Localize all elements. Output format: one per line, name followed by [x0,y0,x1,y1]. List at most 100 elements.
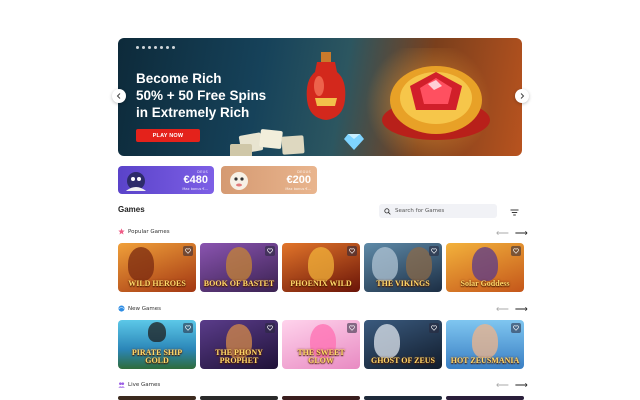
favorite-button[interactable] [429,323,439,333]
game-tile[interactable] [200,396,278,400]
section-nav: ⟵ ⟶ [496,381,528,390]
diamond-illustration [344,134,364,150]
promo-card[interactable]: DEUS €480 Max bonus €... [118,166,214,194]
favorite-button[interactable] [265,323,275,333]
heart-icon [349,325,355,331]
heart-icon [185,248,191,254]
game-title: PIRATE SHIP GOLD [131,348,183,365]
slide-dot[interactable] [166,46,169,49]
character-art [374,324,400,358]
section-header-new: New Games [118,305,161,312]
game-title: WILD HEROES [128,279,186,288]
game-title: Solar Goddess [460,279,510,288]
globe-icon [118,305,125,312]
search-box[interactable] [379,204,497,218]
game-row-popular: WILD HEROES BOOK OF BASTET PHOENIX WILD … [118,243,524,292]
game-tile[interactable] [282,396,360,400]
section-header-popular: Popular Games [118,228,170,235]
game-tile[interactable]: THE SWEET GLOW [282,320,360,369]
favorite-button[interactable] [511,323,521,333]
chevron-left-icon [116,93,121,99]
casino-page: Become Rich 50% + 50 Free Spins in Extre… [0,0,640,400]
character-art [148,322,166,342]
section-label: Live Games [128,381,161,388]
section-nav: ⟵ ⟶ [496,305,528,314]
filter-icon [510,209,519,216]
favorite-button[interactable] [511,246,521,256]
promo-subtext: Max bonus €... [182,187,208,191]
section-nav: ⟵ ⟶ [496,229,528,238]
favorite-button[interactable] [265,246,275,256]
games-heading: Games [118,205,145,214]
character-art [308,247,334,281]
game-tile[interactable]: WILD HEROES [118,243,196,292]
game-title: THE PHONY PROPHET [215,348,263,365]
section-label: New Games [128,305,161,312]
character-art [372,247,398,281]
slide-dot[interactable] [148,46,151,49]
promo-thumbnail [230,172,248,190]
slide-dot[interactable] [136,46,139,49]
ruby-ring-illustration [382,66,490,140]
search-icon [384,207,391,215]
arrow-right-icon[interactable]: ⟶ [515,229,528,238]
character-art [128,247,154,281]
heart-icon [267,248,273,254]
character-art [226,247,252,281]
star-icon [118,228,125,235]
promo-amount: €480 [183,174,208,186]
game-tile[interactable]: Solar Goddess [446,243,524,292]
character-art [472,247,498,281]
arrow-left-icon[interactable]: ⟵ [496,229,509,238]
game-tile[interactable]: PIRATE SHIP GOLD [118,320,196,369]
hero-prev-button[interactable] [112,89,126,103]
heart-icon [431,248,437,254]
character-art [472,324,498,358]
game-row-live [118,396,524,400]
game-title: THE VIKINGS [376,279,430,288]
game-tile[interactable]: PHOENIX WILD [282,243,360,292]
favorite-button[interactable] [347,246,357,256]
game-title: PHOENIX WILD [290,279,352,288]
promo-subtext: Max bonus €... [285,187,311,191]
hero-banner[interactable]: Become Rich 50% + 50 Free Spins in Extre… [118,38,522,156]
game-tile[interactable]: GHOST OF ZEUS [364,320,442,369]
search-input[interactable] [395,208,495,214]
slide-dot[interactable] [160,46,163,49]
arrow-right-icon[interactable]: ⟶ [515,381,528,390]
game-tile[interactable] [364,396,442,400]
heart-icon [431,325,437,331]
slide-indicator[interactable] [136,46,175,49]
filter-button[interactable] [508,205,521,218]
play-now-button[interactable]: PLAY NOW [136,129,200,142]
arrow-right-icon[interactable]: ⟶ [515,305,528,314]
slide-dot[interactable] [154,46,157,49]
hero-next-button[interactable] [515,89,529,103]
arrow-left-icon[interactable]: ⟵ [496,381,509,390]
arrow-left-icon[interactable]: ⟵ [496,305,509,314]
game-row-new: PIRATE SHIP GOLD THE PHONY PROPHET THE S… [118,320,524,369]
promo-card[interactable]: DEGUS €200 Max bonus €... [221,166,317,194]
heart-icon [267,325,273,331]
heart-icon [513,325,519,331]
game-tile[interactable] [446,396,524,400]
favorite-button[interactable] [347,323,357,333]
slide-dot[interactable] [172,46,175,49]
heart-icon [185,325,191,331]
game-title: GHOST OF ZEUS [370,356,436,365]
game-title: THE SWEET GLOW [297,348,345,365]
section-label: Popular Games [128,228,170,235]
promo-thumbnail [126,172,146,191]
game-tile[interactable]: BOOK OF BASTET [200,243,278,292]
favorite-button[interactable] [429,246,439,256]
favorite-button[interactable] [183,246,193,256]
section-header-live: Live Games [118,381,160,388]
game-tile[interactable]: THE VIKINGS [364,243,442,292]
game-tile[interactable]: HOT ZEUSMANIA [446,320,524,369]
chevron-right-icon [520,93,525,99]
slide-dot[interactable] [142,46,145,49]
promo-amount: €200 [286,174,311,186]
favorite-button[interactable] [183,323,193,333]
game-tile[interactable]: THE PHONY PROPHET [200,320,278,369]
game-tile[interactable] [118,396,196,400]
